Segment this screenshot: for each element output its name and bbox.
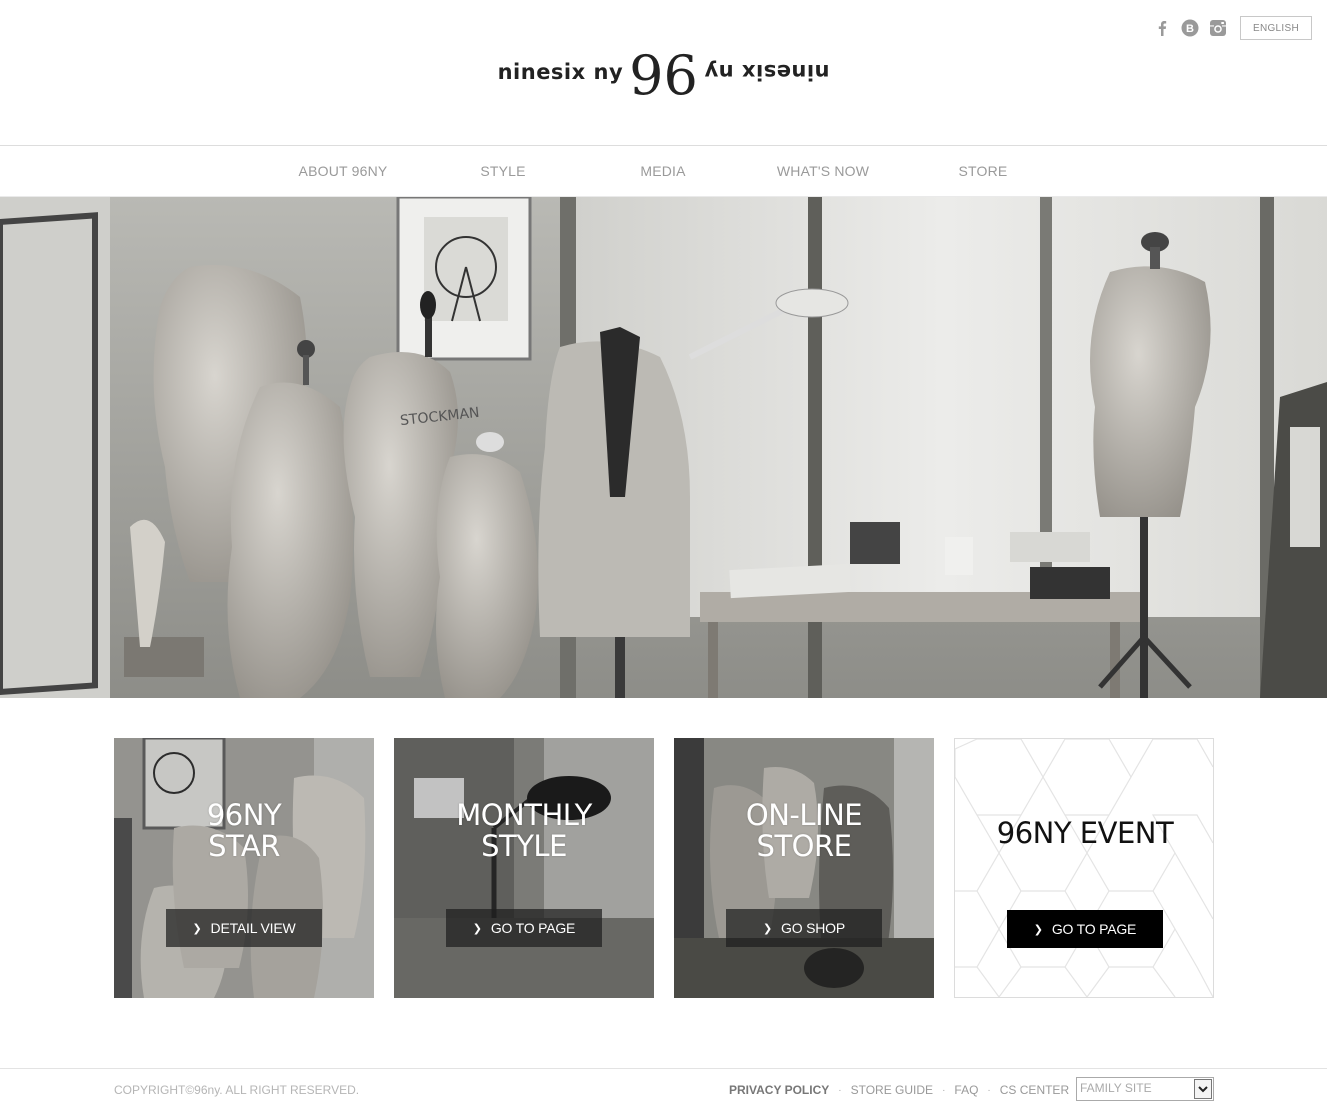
card-event-title: 96NY EVENT bbox=[996, 816, 1174, 850]
event-go-to-page-button[interactable]: ❯ GO TO PAGE bbox=[1007, 910, 1163, 948]
copyright-text: COPYRIGHT©96ny. ALL RIGHT RESERVED. bbox=[114, 1083, 360, 1097]
family-site-value: FAMILY SITE bbox=[1080, 1081, 1152, 1095]
logo-text-right: ninesix ny bbox=[703, 60, 830, 84]
language-button[interactable]: ENGLISH bbox=[1240, 16, 1312, 40]
nav-item-whats-now[interactable]: WHAT'S NOW bbox=[743, 146, 903, 196]
card-online-store-title: ON-LINE STORE bbox=[745, 798, 863, 863]
chevron-right-icon: ❯ bbox=[192, 922, 202, 935]
instagram-icon[interactable] bbox=[1208, 18, 1228, 38]
svg-text:B: B bbox=[1186, 23, 1194, 35]
card-monthly-style[interactable]: MONTHLY STYLE ❯ GO TO PAGE bbox=[394, 738, 654, 998]
logo-number: 96 bbox=[629, 44, 698, 107]
faq-link[interactable]: FAQ bbox=[954, 1083, 978, 1097]
nav-item-store[interactable]: STORE bbox=[903, 146, 1063, 196]
separator-dot: · bbox=[942, 1084, 946, 1096]
blog-icon[interactable]: B bbox=[1180, 18, 1200, 38]
go-shop-button[interactable]: ❯ GO SHOP bbox=[726, 909, 882, 947]
detail-view-button[interactable]: ❯ DETAIL VIEW bbox=[166, 909, 322, 947]
privacy-policy-link[interactable]: PRIVACY POLICY bbox=[729, 1083, 829, 1097]
card-star-title: 96NY STAR bbox=[206, 798, 282, 863]
nav-item-about[interactable]: ABOUT 96NY bbox=[263, 146, 423, 196]
go-to-page-button[interactable]: ❯ GO TO PAGE bbox=[446, 909, 602, 947]
family-site-select[interactable]: FAMILY SITE bbox=[1076, 1077, 1214, 1101]
main-nav: ABOUT 96NY STYLE MEDIA WHAT'S NOW STORE bbox=[0, 145, 1327, 197]
chevron-down-icon[interactable] bbox=[1194, 1079, 1212, 1099]
site-logo[interactable]: ninesix ny 96 ninesix ny bbox=[0, 40, 1327, 104]
card-monthly-style-title: MONTHLY STYLE bbox=[456, 798, 592, 863]
nav-item-style[interactable]: STYLE bbox=[423, 146, 583, 196]
store-guide-link[interactable]: STORE GUIDE bbox=[851, 1083, 933, 1097]
separator-dot: · bbox=[838, 1084, 842, 1096]
hero-image: STOCKMAN bbox=[0, 197, 1327, 698]
card-event[interactable]: 96NY EVENT ❯ GO TO PAGE bbox=[954, 738, 1214, 998]
separator-dot: · bbox=[987, 1084, 991, 1096]
card-online-store[interactable]: ON-LINE STORE ❯ GO SHOP bbox=[674, 738, 934, 998]
facebook-icon[interactable] bbox=[1152, 18, 1172, 38]
feature-cards: 96NY STAR ❯ DETAIL VIEW MONTHLY STYLE ❯ … bbox=[114, 738, 1214, 998]
nav-item-media[interactable]: MEDIA bbox=[583, 146, 743, 196]
social-links: B ENGLISH bbox=[1152, 16, 1312, 40]
footer-links: PRIVACY POLICY · STORE GUIDE · FAQ · CS … bbox=[729, 1083, 1069, 1097]
chevron-right-icon: ❯ bbox=[1033, 923, 1043, 936]
site-header: B ENGLISH ninesix ny 96 ninesix ny bbox=[0, 0, 1327, 145]
cs-center-link[interactable]: CS CENTER bbox=[1000, 1083, 1069, 1097]
chevron-right-icon: ❯ bbox=[763, 922, 773, 935]
logo-text-left: ninesix ny bbox=[497, 60, 624, 84]
chevron-right-icon: ❯ bbox=[472, 922, 482, 935]
site-footer: COPYRIGHT©96ny. ALL RIGHT RESERVED. PRIV… bbox=[0, 1068, 1327, 1109]
card-star[interactable]: 96NY STAR ❯ DETAIL VIEW bbox=[114, 738, 374, 998]
hexagon-pattern bbox=[955, 739, 1213, 997]
